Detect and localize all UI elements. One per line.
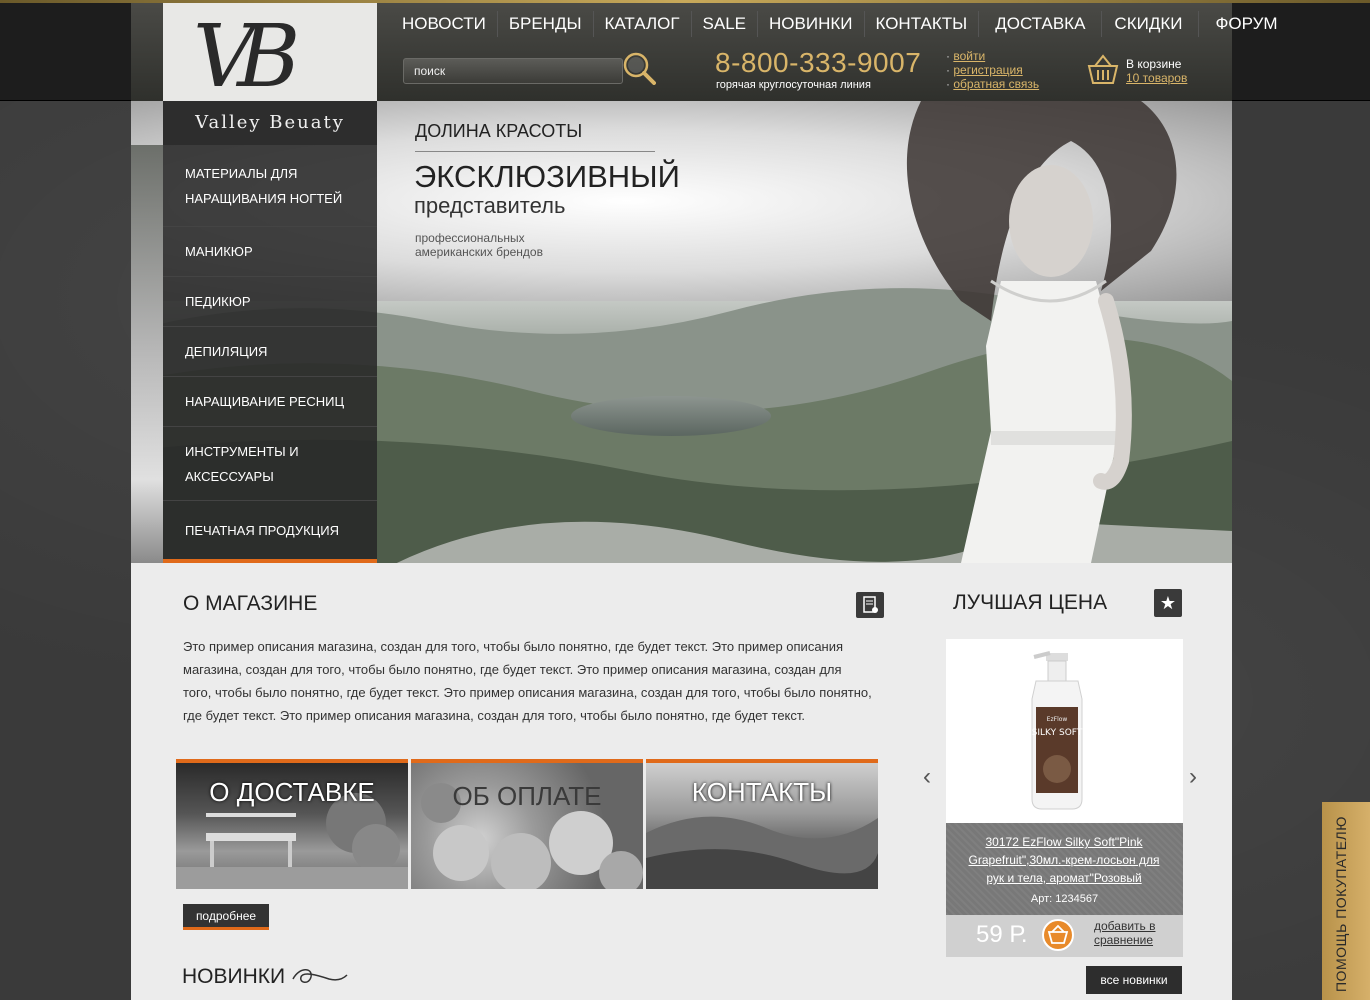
basket-icon bbox=[1087, 54, 1119, 84]
hero-divider bbox=[415, 151, 655, 152]
nav-forum[interactable]: ФОРУМ bbox=[1198, 11, 1288, 37]
product-price: 59 Р. bbox=[976, 921, 1028, 948]
login-link[interactable]: войти bbox=[953, 49, 985, 63]
left-decor-strip bbox=[131, 145, 163, 563]
tile-contacts[interactable]: КОНТАКТЫ bbox=[646, 759, 878, 889]
swirl-ornament-icon bbox=[292, 969, 348, 983]
tile-payment[interactable]: ОБ ОПЛАТЕ bbox=[411, 759, 643, 889]
logo-monogram: VB bbox=[193, 7, 300, 107]
tile-delivery[interactable]: О ДОСТАВКЕ bbox=[176, 759, 408, 889]
star-icon[interactable]: ★ bbox=[1154, 589, 1182, 617]
sidebar-item-print[interactable]: ПЕЧАТНАЯ ПРОДУКЦИЯ bbox=[163, 501, 377, 559]
bottle-label: SILKY SOFT bbox=[1032, 728, 1083, 738]
sidebar-item-tools[interactable]: ИНСТРУМЕНТЫ И АКСЕССУАРЫ bbox=[163, 427, 377, 501]
more-button[interactable]: подробнее bbox=[183, 904, 269, 930]
basket-icon bbox=[1047, 924, 1069, 944]
logo-name: Valley Beuaty bbox=[163, 101, 377, 145]
compare-link[interactable]: добавить в сравнение bbox=[1094, 919, 1174, 947]
phone-number: 8-800-333-9007 bbox=[715, 47, 922, 78]
hero-line2: представитель bbox=[414, 193, 566, 218]
hero-lake bbox=[571, 396, 771, 436]
logo[interactable]: VB Valley Beuaty bbox=[163, 3, 377, 145]
hero-line1: ЭКСКЛЮЗИВНЫЙ bbox=[414, 159, 680, 194]
phone-caption: горячая круглосуточная линия bbox=[716, 79, 871, 91]
main-content: О МАГАЗИНЕ Это пример описания магазина,… bbox=[131, 563, 1232, 1000]
nav-discounts[interactable]: СКИДКИ bbox=[1101, 11, 1198, 37]
hero-heading: ДОЛИНА КРАСОТЫ bbox=[415, 121, 583, 141]
tile-delivery-label: О ДОСТАВКЕ bbox=[209, 777, 375, 807]
nav-contacts[interactable]: КОНТАКТЫ bbox=[863, 11, 979, 37]
nav-catalog[interactable]: КАТАЛОГ bbox=[592, 11, 691, 37]
next-arrow-icon[interactable]: › bbox=[1189, 763, 1197, 791]
info-tiles: О ДОСТАВКЕ ОБ ОПЛАТЕ КОНТАКТЫ bbox=[176, 759, 878, 889]
tile-payment-label: ОБ ОПЛАТЕ bbox=[452, 781, 602, 811]
search-icon[interactable] bbox=[622, 51, 656, 85]
nav-delivery[interactable]: ДОСТАВКА bbox=[978, 11, 1101, 37]
about-text: Это пример описания магазина, создан для… bbox=[183, 639, 872, 723]
tile-contacts-label: КОНТАКТЫ bbox=[691, 777, 833, 807]
cart-label: В корзине bbox=[1126, 57, 1182, 71]
sidebar-item-nails[interactable]: МАТЕРИАЛЫ ДЛЯ НАРАЩИВАНИЯ НОГТЕЙ bbox=[163, 145, 377, 227]
sidebar-item-manicure[interactable]: МАНИКЮР bbox=[163, 227, 377, 277]
user-links: · войти · регистрация · обратная связь bbox=[946, 49, 1040, 91]
about-title: О МАГАЗИНЕ bbox=[183, 592, 318, 615]
hero-subtitle: профессиональных американских брендов bbox=[415, 231, 543, 259]
add-to-cart-button[interactable] bbox=[1042, 919, 1074, 951]
help-tab-label[interactable]: ПОМОЩЬ ПОКУПАТЕЛЮ bbox=[1333, 802, 1349, 992]
product-name[interactable]: 30172 EzFlow Silky Soft"Pink Grapefruit"… bbox=[964, 833, 1164, 887]
nav-new[interactable]: НОВИНКИ bbox=[757, 11, 863, 37]
sidebar-item-depilation[interactable]: ДЕПИЛЯЦИЯ bbox=[163, 327, 377, 377]
sidebar-item-lashes[interactable]: НАРАЩИВАНИЕ РЕСНИЦ bbox=[163, 377, 377, 427]
bottle-brand: EzFlow bbox=[1047, 716, 1068, 723]
cart-count[interactable]: 10 товаров bbox=[1126, 71, 1187, 85]
sidebar-item-pedicure[interactable]: ПЕДИКЮР bbox=[163, 277, 377, 327]
document-icon[interactable] bbox=[856, 592, 884, 618]
main-nav: НОВОСТИ БРЕНДЫ КАТАЛОГ SALE НОВИНКИ КОНТ… bbox=[391, 11, 1289, 37]
nav-sale[interactable]: SALE bbox=[690, 11, 757, 37]
new-items-title: НОВИНКИ bbox=[182, 965, 286, 988]
search-input[interactable] bbox=[404, 59, 584, 83]
product-article: Арт: 1234567 bbox=[1030, 893, 1099, 905]
nav-brands[interactable]: БРЕНДЫ bbox=[496, 11, 593, 37]
category-sidebar: МАТЕРИАЛЫ ДЛЯ НАРАЩИВАНИЯ НОГТЕЙ МАНИКЮР… bbox=[163, 145, 377, 563]
product-image[interactable]: EzFlow SILKY SOFT bbox=[946, 639, 1183, 823]
prev-arrow-icon[interactable]: ‹ bbox=[923, 763, 931, 791]
all-new-button[interactable]: все новинки bbox=[1086, 966, 1182, 994]
page: НОВОСТИ БРЕНДЫ КАТАЛОГ SALE НОВИНКИ КОНТ… bbox=[131, 3, 1278, 1000]
nav-news[interactable]: НОВОСТИ bbox=[391, 11, 497, 37]
product-info: 30172 EzFlow Silky Soft"Pink Grapefruit"… bbox=[946, 823, 1183, 957]
best-price-title: ЛУЧШАЯ ЦЕНА bbox=[953, 591, 1108, 614]
price-bar: 59 Р. добавить в сравнение bbox=[946, 915, 1183, 957]
search-box bbox=[403, 52, 656, 85]
hero-model-image bbox=[906, 101, 1177, 563]
product-card: EzFlow SILKY SOFT 30172 EzFlow Silky Sof… bbox=[946, 639, 1183, 957]
register-link[interactable]: регистрация bbox=[953, 63, 1022, 77]
feedback-link[interactable]: обратная связь bbox=[953, 77, 1039, 91]
